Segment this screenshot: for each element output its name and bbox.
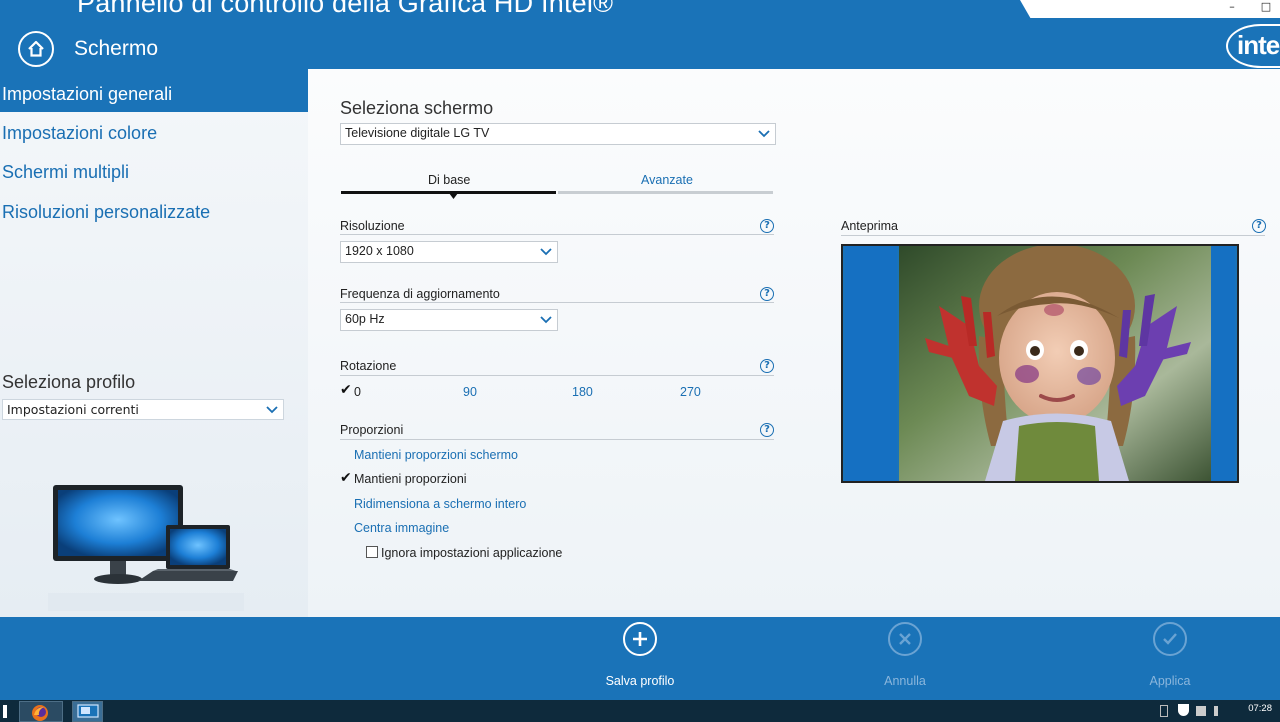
action-bar: Salva profilo Annulla Applica (0, 617, 1280, 700)
proportions-label: Proporzioni (340, 423, 404, 437)
resolution-select-value: 1920 x 1080 (345, 244, 414, 258)
refresh-rate-select-value: 60p Hz (345, 312, 385, 326)
profile-select-value: Impostazioni correnti (7, 402, 139, 417)
tab-advanced-underline (558, 191, 773, 194)
refresh-rate-select[interactable]: 60p Hz (340, 309, 558, 331)
help-icon[interactable]: ? (1252, 219, 1266, 233)
taskbar: 07:28 (0, 700, 1280, 722)
cancel-button[interactable]: Annulla (845, 617, 965, 688)
divider (340, 439, 774, 440)
chevron-down-icon (758, 130, 770, 138)
start-button[interactable] (3, 705, 7, 718)
tab-basic[interactable]: Di base (428, 173, 470, 187)
maximize-button[interactable]: □ (1256, 0, 1276, 14)
monitor-icon (77, 704, 99, 718)
taskbar-firefox[interactable] (19, 701, 63, 722)
select-display-label: Seleziona schermo (340, 98, 494, 118)
plus-icon (623, 622, 657, 656)
intel-logo: intel (1226, 24, 1280, 68)
preview-label: Anteprima (841, 219, 898, 233)
shield-icon[interactable] (1178, 704, 1189, 716)
rotation-option-180[interactable]: 180 (572, 385, 593, 399)
rotation-option-0[interactable]: 0 (354, 385, 361, 399)
display-select[interactable]: Televisione digitale LG TV (340, 123, 776, 145)
divider (340, 302, 774, 303)
divider (841, 235, 1265, 236)
help-icon[interactable]: ? (760, 359, 774, 373)
header-bar: Pannello di controllo della Grafica HD I… (0, 0, 1280, 69)
rotation-label: Rotazione (340, 359, 397, 373)
minimize-button[interactable]: – (1222, 0, 1242, 14)
resolution-label: Risoluzione (340, 219, 405, 233)
volume-icon[interactable] (1214, 706, 1224, 716)
taskbar-clock[interactable]: 07:28 (1248, 703, 1272, 714)
home-icon (28, 40, 44, 57)
proportion-option-center[interactable]: Centra immagine (354, 521, 449, 535)
rotation-option-270[interactable]: 270 (680, 385, 701, 399)
sidebar-item-custom-resolutions[interactable]: Risoluzioni personalizzate (0, 192, 308, 232)
sidebar-item-multiple-displays[interactable]: Schermi multipli (0, 152, 308, 192)
apply-button[interactable]: Applica (1110, 617, 1230, 688)
refresh-rate-label: Frequenza di aggiornamento (340, 287, 500, 301)
checkmark-icon: ✔ (340, 382, 352, 398)
close-icon (888, 622, 922, 656)
help-icon[interactable]: ? (760, 219, 774, 233)
preview-letterbox-left (845, 246, 897, 481)
divider (340, 234, 774, 235)
proportion-option-maintain-display[interactable]: Mantieni proporzioni schermo (354, 448, 518, 462)
section-title: Schermo (74, 37, 159, 60)
ignore-app-settings-checkbox[interactable] (366, 546, 378, 558)
usb-icon[interactable] (1160, 705, 1168, 717)
divider (340, 375, 774, 376)
tab-pointer-icon (449, 193, 458, 199)
checkmark-icon (1153, 622, 1187, 656)
preview-image (899, 246, 1211, 481)
cancel-label: Annulla (884, 674, 926, 688)
sidebar: Impostazioni generali Impostazioni color… (0, 69, 308, 617)
help-icon[interactable]: ? (760, 287, 774, 301)
help-icon[interactable]: ? (760, 423, 774, 437)
proportion-option-full-screen[interactable]: Ridimensiona a schermo intero (354, 497, 526, 511)
proportion-option-maintain[interactable]: Mantieni proporzioni (354, 472, 467, 486)
save-profile-label: Salva profilo (605, 674, 675, 688)
resolution-select[interactable]: 1920 x 1080 (340, 241, 558, 263)
app-title: Pannello di controllo della Grafica HD I… (77, 0, 614, 18)
display-select-value: Televisione digitale LG TV (345, 126, 490, 140)
profile-label: Seleziona profilo (2, 372, 136, 392)
chevron-down-icon (540, 248, 552, 256)
rotation-option-90[interactable]: 90 (463, 385, 477, 399)
checkmark-icon: ✔ (340, 470, 352, 486)
ignore-app-settings-label: Ignora impostazioni applicazione (381, 546, 563, 560)
tab-advanced[interactable]: Avanzate (641, 173, 693, 187)
apply-label: Applica (1149, 674, 1191, 688)
home-button[interactable] (18, 31, 54, 67)
firefox-icon (32, 705, 48, 721)
devices-illustration (48, 485, 244, 611)
preview-frame (841, 244, 1239, 483)
main-panel: Seleziona schermo Televisione digitale L… (308, 69, 1280, 617)
taskbar-intel-graphics[interactable] (72, 701, 103, 722)
chevron-down-icon (540, 316, 552, 324)
profile-select[interactable]: Impostazioni correnti (2, 399, 284, 420)
app-window: Pannello di controllo della Grafica HD I… (0, 0, 1280, 722)
chevron-down-icon (266, 406, 278, 414)
sidebar-item-general-settings[interactable]: Impostazioni generali (0, 69, 308, 112)
sidebar-item-color-settings[interactable]: Impostazioni colore (0, 113, 308, 153)
save-profile-button[interactable]: Salva profilo (580, 617, 700, 688)
network-icon[interactable] (1196, 706, 1206, 716)
